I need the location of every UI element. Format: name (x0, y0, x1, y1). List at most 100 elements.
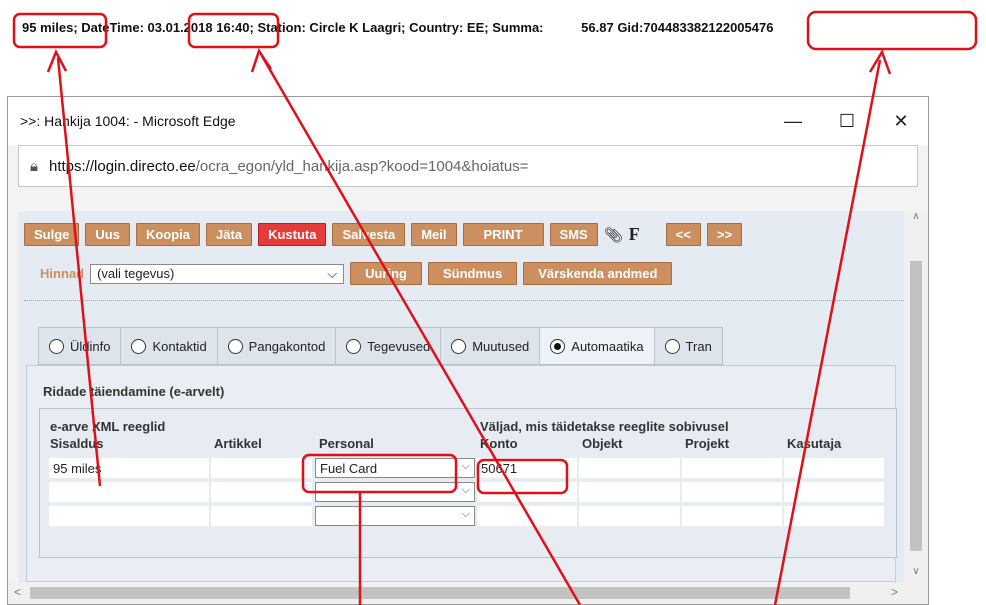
konto-input[interactable] (476, 505, 578, 527)
artikkel-input[interactable] (210, 481, 313, 503)
action-select[interactable]: (vali tegevus) ⌵ (90, 263, 345, 284)
lock-icon: 🔒︎ (30, 157, 38, 175)
sisaldus-input[interactable] (48, 505, 210, 527)
personal-value: Fuel Card (320, 461, 378, 476)
artikkel-input[interactable] (210, 457, 313, 479)
action-toolbar: Sulge Uus Koopia Jäta Kustuta Salvesta M… (24, 223, 743, 246)
sisaldus-input[interactable] (48, 481, 210, 503)
projekt-input[interactable] (681, 481, 783, 503)
radio-icon (346, 338, 362, 354)
scroll-right-icon[interactable]: > (891, 585, 898, 599)
gid-value: 704483382122005476 (643, 20, 774, 35)
tab-tran[interactable]: Tran (653, 327, 723, 365)
page-content: Sulge Uus Koopia Jäta Kustuta Salvesta M… (18, 211, 904, 582)
tab-label: Automaatika (571, 338, 644, 354)
vertical-scrollbar[interactable]: ∧ ∨ (904, 211, 928, 582)
section-title: Ridade täiendamine (e-arvelt) (43, 384, 225, 399)
prev-button[interactable]: << (665, 223, 701, 246)
secondary-toolbar: Hinnad (vali tegevus) ⌵ Uuring Sündmus V… (40, 262, 673, 285)
fuel-text: 95 miles; (22, 20, 78, 35)
personal-select[interactable]: ⌵ (315, 482, 475, 502)
arrow-heads (46, 48, 892, 75)
col-personal: Personal (319, 436, 374, 451)
kasutaja-input[interactable] (783, 505, 885, 527)
sms-button[interactable]: SMS (549, 223, 598, 246)
tab-automaatika[interactable]: Automaatika (539, 327, 655, 365)
koopia-button[interactable]: Koopia (135, 223, 201, 246)
col-objekt: Objekt (582, 436, 623, 451)
tab-bar: Üldinfo Kontaktid Pangakontod Tegevused … (38, 327, 723, 365)
divider (24, 300, 904, 301)
projekt-input[interactable] (681, 457, 783, 479)
arrowhead-gid (868, 49, 892, 75)
tab-tegevused[interactable]: Tegevused (335, 327, 442, 365)
tab-label: Pangakontod (248, 338, 326, 354)
highlight-gid (806, 10, 978, 51)
tab-uldinfo[interactable]: Üldinfo (38, 327, 122, 365)
chevron-down-icon: ⌵ (327, 265, 338, 281)
jata-button[interactable]: Jäta (206, 223, 253, 246)
uuring-button[interactable]: Uuring (350, 262, 422, 285)
top-info-line: 95 miles; DateTime: 03.01.2018 16:40; St… (22, 20, 773, 35)
radio-icon (131, 338, 147, 354)
f-icon[interactable]: F (629, 224, 640, 245)
address-bar[interactable]: 🔒︎ https://login.directo.ee/ocra_egon/yl… (18, 145, 918, 187)
scroll-down-icon[interactable]: ∨ (904, 566, 928, 582)
action-select-value: (vali tegevus) (97, 266, 175, 281)
country-text: Country: EE; (409, 20, 489, 35)
horizontal-scrollbar[interactable]: < > (8, 582, 928, 604)
url-domain: https://login.directo.ee (49, 157, 196, 175)
paperclip-icon[interactable]: 📎︎ (604, 226, 623, 244)
chevron-down-icon: ⌵ (461, 508, 470, 520)
close-button[interactable]: ✕ (874, 97, 928, 145)
print-button[interactable]: PRINT (462, 223, 544, 246)
objekt-input[interactable] (578, 505, 681, 527)
meil-button[interactable]: Meil (411, 223, 457, 246)
summa-value: 56.87 (581, 20, 614, 35)
automaatika-panel: Ridade täiendamine (e-arvelt) e-arve XML… (26, 365, 897, 582)
kasutaja-input[interactable] (783, 481, 885, 503)
sulge-button[interactable]: Sulge (24, 223, 80, 246)
objekt-input[interactable] (578, 481, 681, 503)
chevron-down-icon: ⌵ (461, 484, 470, 496)
scroll-left-icon[interactable]: < (14, 585, 21, 599)
hinnad-label[interactable]: Hinnad (40, 266, 84, 281)
rules-grid: e-arve XML reeglid Väljad, mis täidetaks… (39, 408, 897, 558)
window-title: >>: Hankija 1004: - Microsoft Edge (20, 113, 236, 129)
col-artikkel: Artikkel (214, 436, 262, 451)
next-button[interactable]: >> (706, 223, 743, 246)
konto-input[interactable]: 50671 (476, 457, 578, 479)
sisaldus-input[interactable]: 95 miles (48, 457, 210, 479)
vertical-scroll-thumb[interactable] (910, 261, 922, 551)
radio-selected-icon (550, 338, 566, 354)
radio-icon (664, 338, 680, 354)
artikkel-input[interactable] (210, 505, 313, 527)
col-projekt: Projekt (685, 436, 730, 451)
group-fields: Väljad, mis täidetakse reeglite sobivuse… (480, 419, 729, 434)
konto-input[interactable] (476, 481, 578, 503)
browser-window: >>: Hankija 1004: - Microsoft Edge — ☐ ✕… (7, 96, 929, 605)
time-text: 16:40; (216, 20, 254, 35)
scroll-up-icon[interactable]: ∧ (904, 211, 928, 227)
kasutaja-input[interactable] (783, 457, 885, 479)
uus-button[interactable]: Uus (85, 223, 130, 246)
maximize-button[interactable]: ☐ (820, 97, 874, 145)
tab-pangakontod[interactable]: Pangakontod (216, 327, 337, 365)
kustuta-button[interactable]: Kustuta (258, 223, 327, 246)
projekt-input[interactable] (681, 505, 783, 527)
tab-kontaktid[interactable]: Kontaktid (120, 327, 218, 365)
personal-select[interactable]: ⌵ (315, 506, 475, 526)
sundmus-button[interactable]: Sündmus (427, 262, 518, 285)
col-konto: Konto (480, 436, 518, 451)
horizontal-scroll-thumb[interactable] (30, 587, 850, 599)
arrowhead-fuel (46, 49, 68, 73)
minimize-button[interactable]: — (766, 97, 820, 145)
personal-select[interactable]: Fuel Card ⌵ (315, 458, 475, 478)
station-text: Station: Circle K Laagri; (257, 20, 406, 35)
tab-muutused[interactable]: Muutused (440, 327, 541, 365)
url-path: /ocra_egon/yld_hankija.asp?kood=1004&hoi… (195, 157, 529, 175)
tab-label: Muutused (472, 338, 530, 354)
varskenda-button[interactable]: Värskenda andmed (523, 262, 673, 285)
objekt-input[interactable] (578, 457, 681, 479)
salvesta-button[interactable]: Salvesta (332, 223, 406, 246)
